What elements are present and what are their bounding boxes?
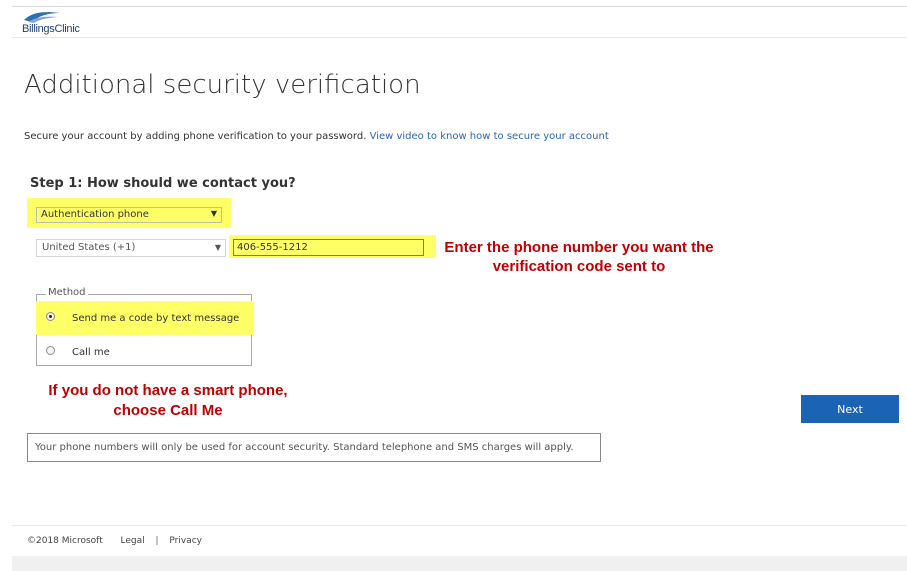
text-message-label[interactable]: Send me a code by text message [72, 313, 239, 324]
logo-text: BillingsClinic [22, 23, 80, 35]
footer: ©2018 Microsoft Legal | Privacy [27, 536, 202, 546]
top-border [12, 6, 907, 7]
step1-heading: Step 1: How should we contact you? [30, 176, 296, 191]
phone-instruction-callout: Enter the phone number you want the veri… [444, 239, 714, 275]
footer-separator: | [155, 536, 159, 546]
logo-sail-icon [24, 12, 60, 23]
footer-divider [12, 525, 907, 526]
subtitle-text: Secure your account by adding phone veri… [24, 131, 367, 142]
header-divider [12, 37, 907, 38]
charges-notice: Your phone numbers will only be used for… [27, 433, 601, 462]
legal-link[interactable]: Legal [120, 536, 144, 546]
method-legend: Method [46, 287, 88, 298]
call-me-radio[interactable] [46, 346, 55, 355]
bottom-bar [12, 556, 907, 571]
privacy-link[interactable]: Privacy [169, 536, 202, 546]
country-select[interactable]: United States (+1) ▼ [36, 239, 226, 257]
chevron-down-icon: ▼ [210, 209, 217, 218]
phone-number-input[interactable] [233, 239, 424, 256]
contact-method-select[interactable]: Authentication phone ▼ [36, 207, 222, 223]
text-message-radio[interactable] [46, 312, 55, 321]
contact-method-value: Authentication phone [41, 209, 149, 220]
page-subtitle: Secure your account by adding phone veri… [24, 131, 609, 142]
call-me-instruction-callout: If you do not have a smart phone, choose… [48, 382, 288, 419]
footer-copyright: ©2018 Microsoft [27, 536, 103, 546]
view-video-link[interactable]: View video to know how to secure your ac… [370, 131, 609, 142]
page-title: Additional security verification [24, 70, 421, 100]
call-me-label[interactable]: Call me [72, 347, 110, 358]
chevron-down-icon: ▼ [214, 243, 221, 252]
next-button[interactable]: Next [801, 395, 899, 423]
country-value: United States (+1) [42, 242, 136, 253]
